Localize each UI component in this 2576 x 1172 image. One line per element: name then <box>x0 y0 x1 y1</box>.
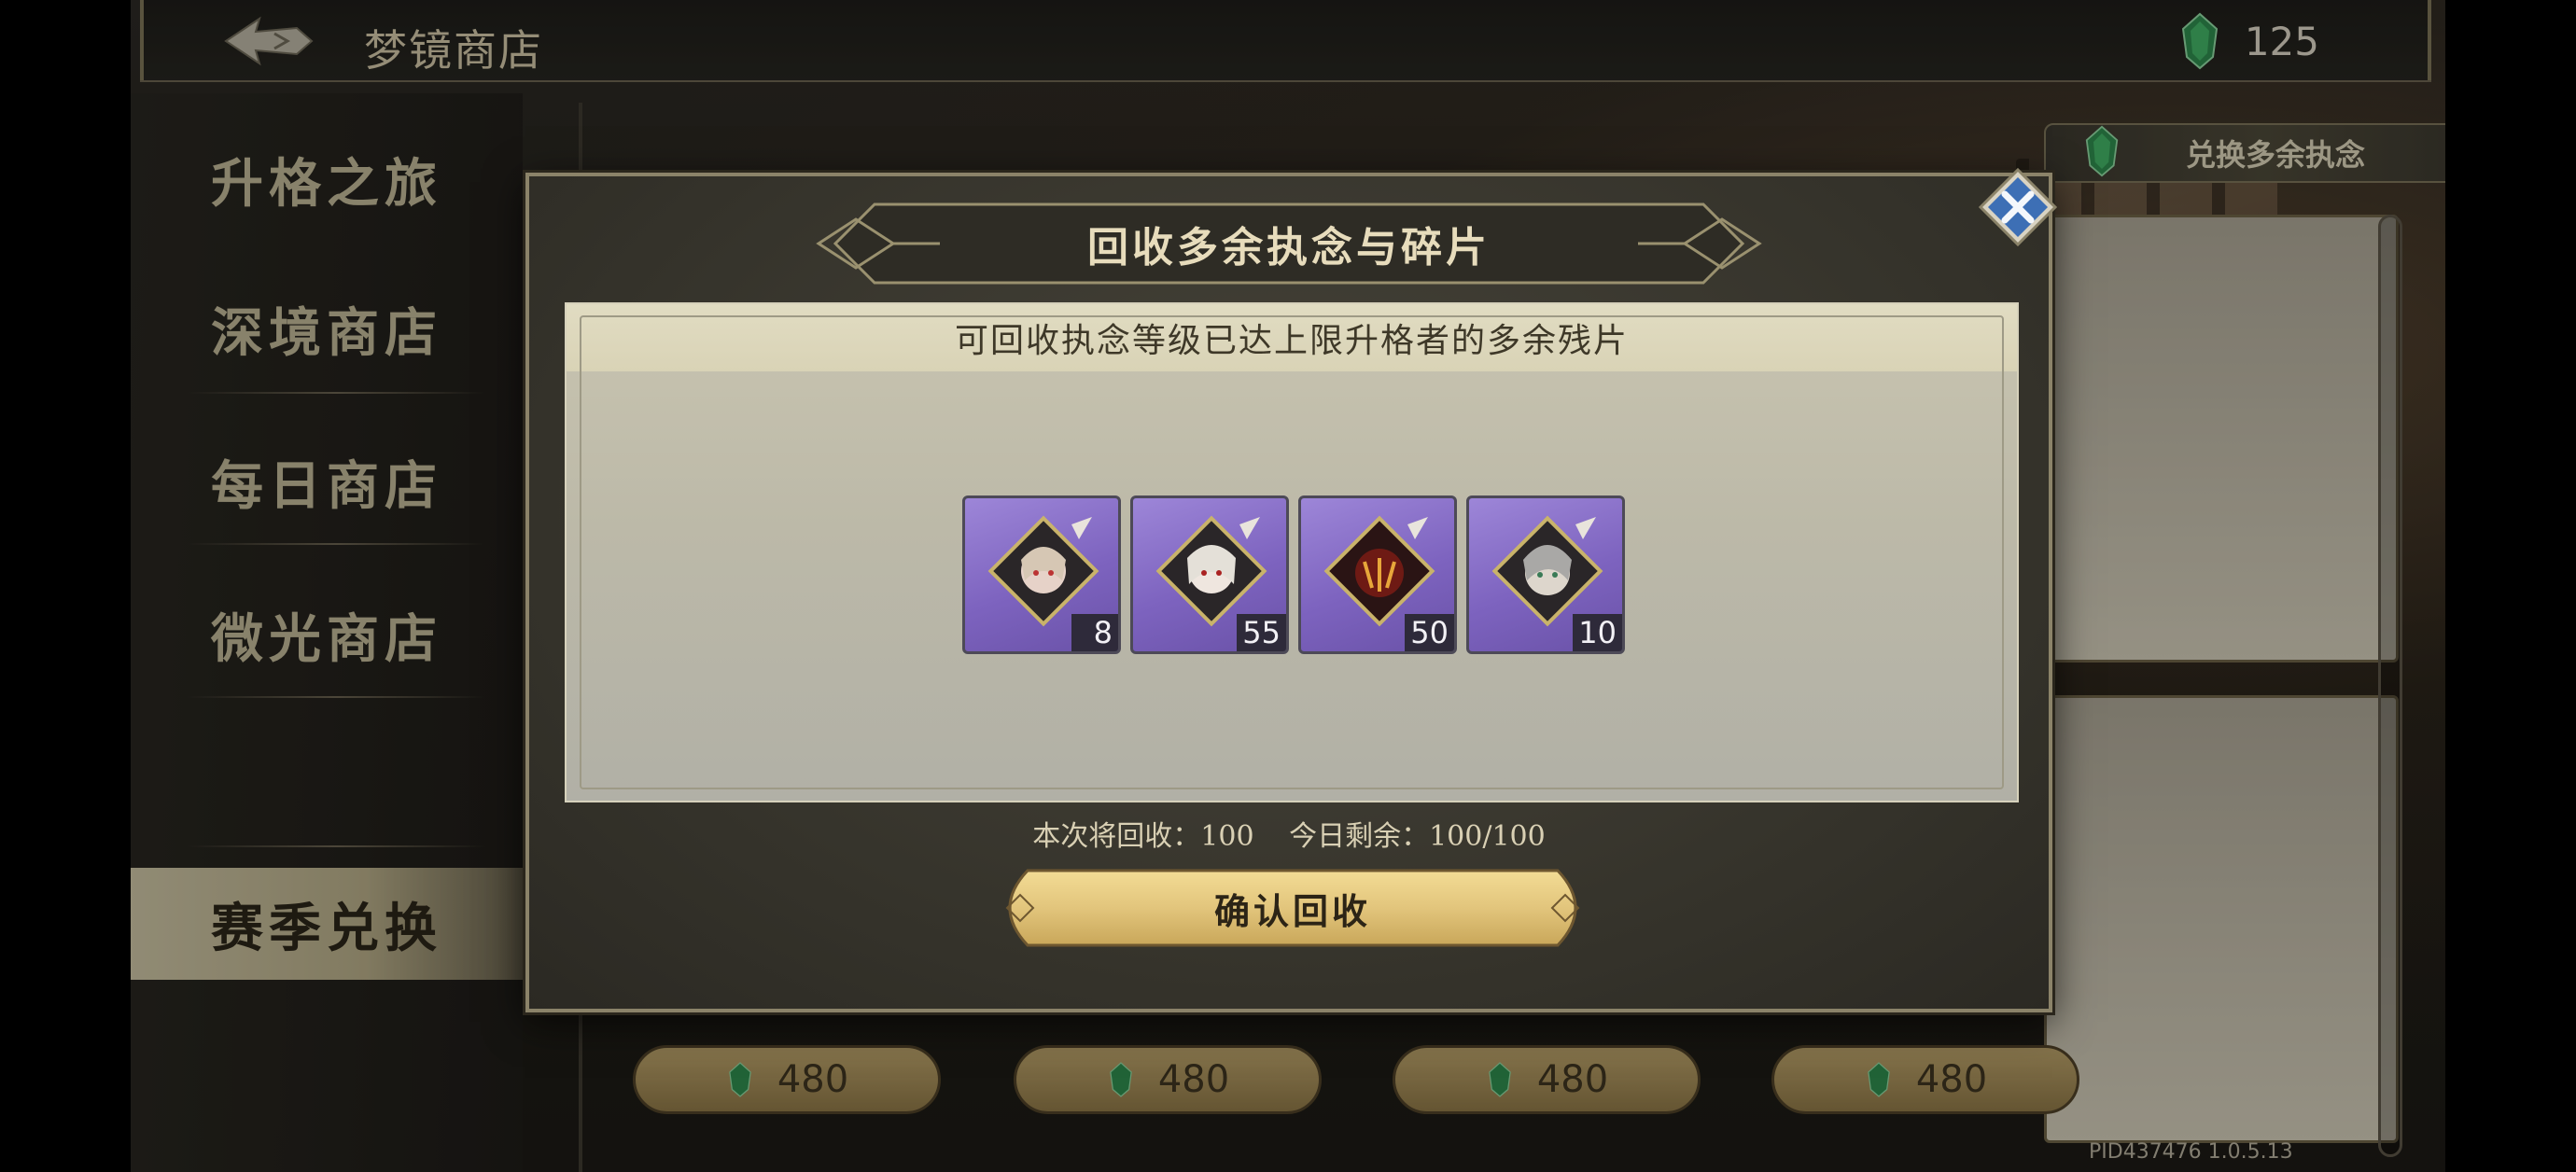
fragment-item[interactable]: 55 <box>1130 495 1289 654</box>
close-button[interactable] <box>1978 167 2063 252</box>
recycle-panel: 可回收执念等级已达上限升格者的多余残片 8 55 50 10 <box>565 302 2019 802</box>
dialog-title-bar: 回收多余执念与碎片 <box>809 199 1769 288</box>
fragment-item[interactable]: 50 <box>1298 495 1457 654</box>
fragment-item[interactable]: 8 <box>962 495 1121 654</box>
recycle-summary: 本次将回收：100 今日剩余：100/100 <box>529 813 2049 854</box>
dialog-title: 回收多余执念与碎片 <box>1087 224 1491 272</box>
recycle-now-text: 本次将回收：100 <box>1032 820 1254 853</box>
remaining-today-text: 今日剩余：100/100 <box>1289 820 1546 853</box>
fragment-item[interactable]: 10 <box>1466 495 1625 654</box>
fragment-count: 8 <box>1071 614 1118 651</box>
fragment-count: 10 <box>1573 614 1622 651</box>
fragment-count: 50 <box>1405 614 1454 651</box>
fragment-count: 55 <box>1237 614 1286 651</box>
confirm-recycle-button[interactable]: 确认回收 <box>987 867 1599 949</box>
confirm-recycle-label: 确认回收 <box>1213 889 1371 932</box>
recycle-dialog: 回收多余执念与碎片 可回收执念等级已达上限升格者的多余残片 8 55 50 10… <box>525 173 2052 1012</box>
close-icon <box>1978 167 2058 247</box>
fragment-list: 8 55 50 10 <box>962 495 1625 654</box>
